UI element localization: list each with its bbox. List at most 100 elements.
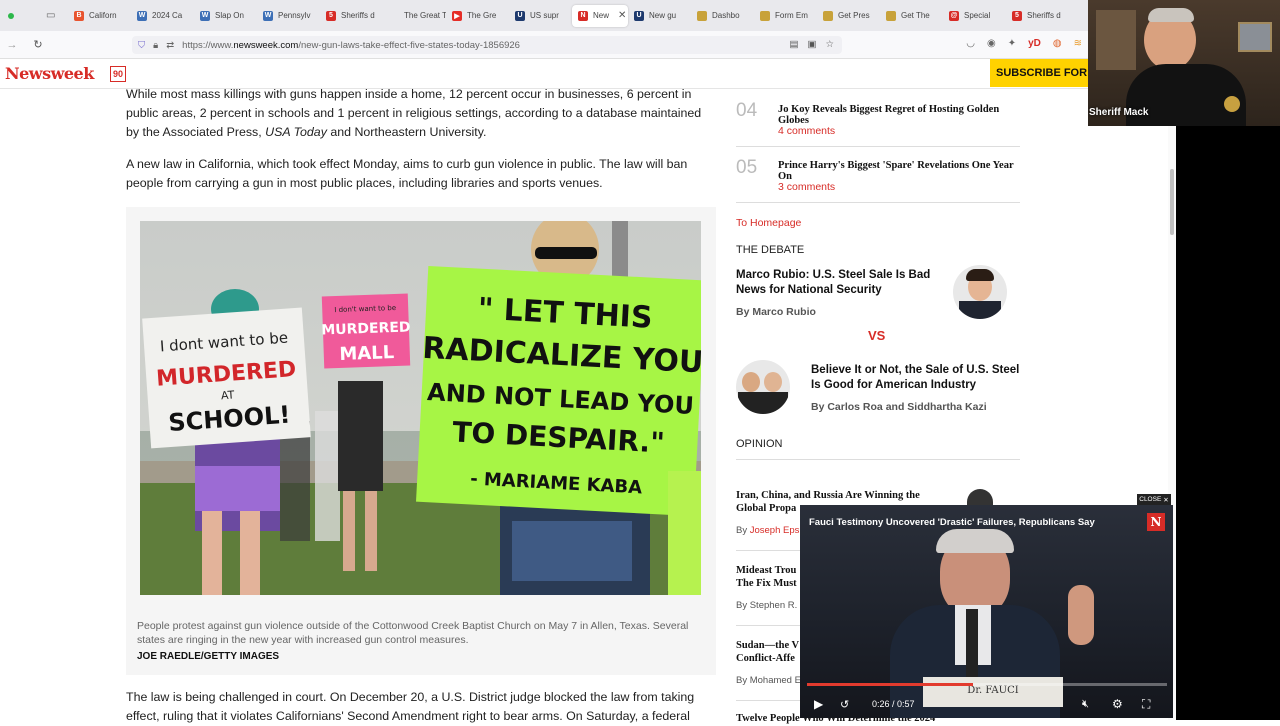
trending-title-5[interactable]: Prince Harry's Biggest 'Spare' Revelatio… [778,160,1028,182]
tab-label: Form Em [775,11,808,20]
tab-favicon-icon [886,10,896,21]
fullscreen-icon[interactable]: ⛶ [1142,697,1150,712]
browser-tab[interactable]: U US supr [509,5,572,27]
debate-2-byline: By Carlos Roa and Siddhartha Kazi [811,401,987,413]
trending-title-4[interactable]: Jo Koy Reveals Biggest Regret of Hosting… [778,104,1028,126]
opinion-3-title[interactable]: Sudan—the V Conflict-Affe [736,639,804,665]
divider [736,146,1020,147]
opinion-1-byline: By Joseph Eps [736,525,800,536]
article-paragraph-3: The law is being challenged in court. On… [126,690,695,723]
browser-tab[interactable]: Get The [880,5,943,27]
tab-label: Dashbo [712,11,740,20]
reload-icon[interactable]: ↻ [26,38,50,51]
browser-tab[interactable]: Form Em [754,5,817,27]
tab-label: The Gre [467,11,497,20]
lock-icon: 🔒︎ [153,39,159,51]
rss-icon[interactable]: ≋ [1074,38,1082,49]
pocket-icon[interactable]: ◡ [966,38,975,49]
trending-comments-5[interactable]: 3 comments [778,181,835,193]
permissions-icon: ⇄ [166,39,175,51]
tab-favicon-icon: W [263,10,273,21]
tab-favicon-icon: 5 [326,10,336,21]
window-controls [0,12,46,19]
tab-overview-icon[interactable]: ▭ [46,10,68,21]
tab-favicon-icon [389,10,399,21]
rewind-10-icon[interactable]: ↺ [840,698,849,711]
opinion-3-byline: By Mohamed E [736,675,801,686]
debate-2-title[interactable]: Believe It or Not, the Sale of U.S. Stee… [811,363,1025,393]
video-player[interactable]: Dr. FAUCI Fauci Testimony Uncovered 'Dra… [800,505,1173,718]
video-controls: ▶ ↺ 0:26 / 0:57 🔇︎ ⚙ ⛶ [800,690,1173,718]
subscribe-button[interactable]: SUBSCRIBE FOR [990,59,1088,87]
browser-tab[interactable]: W Slap On [194,5,257,27]
reader-view-icon[interactable]: ▤ [790,39,799,50]
browser-tab[interactable]: B Californ [68,5,131,27]
tab-label: New [593,11,610,20]
video-time: 0:26 / 0:57 [872,699,915,709]
mute-icon[interactable]: 🔇︎ [1082,698,1089,711]
tab-label: Sheriffs d [1027,11,1061,20]
debate-1-title[interactable]: Marco Rubio: U.S. Steel Sale Is Bad News… [736,268,944,298]
article-figure: I dont want to be MURDERED AT SCHOOL! I … [126,207,716,675]
svg-text:MURDERED: MURDERED [321,319,411,338]
rubio-avatar[interactable] [953,265,1007,319]
brave-icon[interactable]: ◍ [1053,38,1062,49]
browser-tab[interactable]: 5 Sheriffs d [1006,5,1069,27]
trending-rank-4: 04 [736,100,758,121]
photo-credit: JOE RAEDLE/GETTY IMAGES [137,651,280,662]
account-icon[interactable]: ◉ [987,38,996,49]
opinion-2-title[interactable]: Mideast Trou The Fix Must [736,564,806,590]
browser-tab[interactable]: N New ✕ [572,4,628,27]
logo-90-badge: 90 [110,66,126,82]
browser-tab[interactable]: ▶ The Gre [446,5,509,27]
browser-tab[interactable]: Dashbo [691,5,754,27]
bookmark-star-icon[interactable]: ☆ [825,39,834,50]
protest-photo[interactable]: I dont want to be MURDERED AT SCHOOL! I … [140,221,701,595]
tab-favicon-icon: W [137,10,147,21]
browser-tab[interactable]: 5 Sheriffs d [320,5,383,27]
article-paragraph-1: While most mass killings with guns happe… [126,87,702,139]
play-icon[interactable]: ▶ [814,697,823,711]
webcam-overlay: Sheriff Mack [1088,0,1280,126]
browser-tab[interactable]: U New gu [628,5,691,27]
versus-label: VS [868,328,886,343]
tab-favicon-icon: U [515,10,525,21]
tab-favicon-icon: N [578,10,588,21]
tab-favicon-icon: 5 [1012,10,1022,21]
browser-tab[interactable]: Get Pres [817,5,880,27]
tab-label: US supr [530,11,559,20]
yd-extension-icon[interactable]: yD [1028,38,1041,49]
extension-icon[interactable]: ✦ [1008,38,1016,49]
picture-in-picture-icon[interactable]: ▣ [807,39,816,50]
tab-label: Californ [89,11,117,20]
close-icon: ✕ [1163,496,1169,504]
scrollbar-thumb[interactable] [1170,169,1174,235]
newsweek-badge: N [1147,513,1165,531]
browser-tab[interactable]: @ Special [943,5,1006,27]
trending-comments-4[interactable]: 4 comments [778,125,835,137]
shield-icon: ⛉ [138,39,146,51]
address-bar[interactable]: ⛉ 🔒︎ ⇄ https://www.newsweek.com/new-gun-… [132,36,842,54]
browser-tab[interactable]: W Pennsylv [257,5,320,27]
svg-text:AT: AT [221,388,236,402]
tab-label: Sheriffs d [341,11,375,20]
newsweek-logo[interactable]: Newsweek [5,64,94,83]
browser-tab[interactable]: W 2024 Ca [131,5,194,27]
video-close-button[interactable]: CLOSE ✕ [1137,494,1171,505]
tab-label: Slap On [215,11,244,20]
tab-label: Get The [901,11,930,20]
browser-tab[interactable]: The Great Ta [383,5,446,27]
window-minimize-button[interactable] [8,12,14,19]
url-text: https://www.newsweek.com/new-gun-laws-ta… [182,39,520,51]
settings-gear-icon[interactable]: ⚙ [1112,697,1123,711]
article-paragraph-2: A new law in California, which took effe… [126,157,688,190]
tab-close-icon[interactable]: ✕ [618,10,626,21]
tab-favicon-icon: @ [949,10,959,21]
tab-label: 2024 Ca [152,11,183,20]
roa-kazi-avatar[interactable] [736,360,790,414]
forward-icon[interactable]: → [0,39,24,51]
browser-tab-bar: ▭ B Californ W 2024 Ca W Slap On W Pennsylv 5 She… [0,0,1088,31]
video-progress-bar[interactable] [807,683,1167,686]
to-homepage-link[interactable]: To Homepage [736,217,801,229]
tab-label: Special [964,11,991,20]
